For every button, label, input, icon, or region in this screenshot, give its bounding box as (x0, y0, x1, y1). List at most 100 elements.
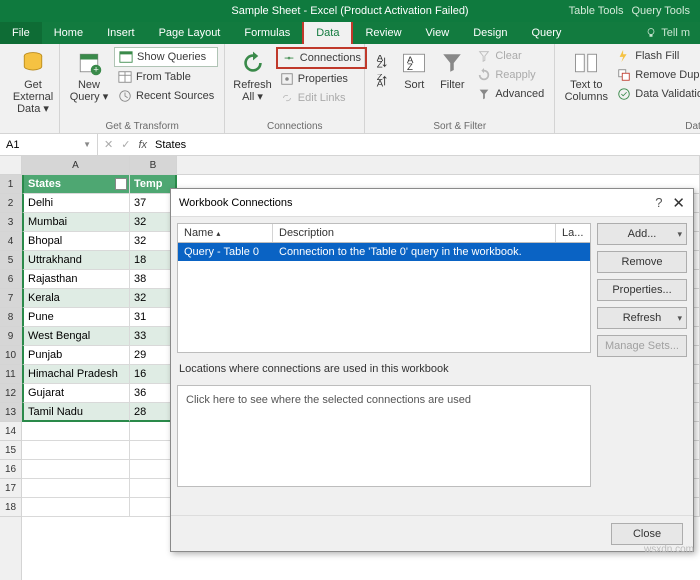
cell[interactable] (22, 422, 130, 441)
cell[interactable]: Tamil Nadu (22, 403, 130, 422)
tab-page-layout[interactable]: Page Layout (147, 22, 233, 44)
row-header[interactable]: 6 (0, 270, 21, 289)
properties-label: Properties (298, 73, 348, 85)
advanced-button[interactable]: Advanced (473, 85, 548, 103)
connection-row[interactable]: Query - Table 0 Connection to the 'Table… (178, 243, 590, 261)
col-name[interactable]: Name▴ (178, 224, 273, 242)
select-all-button[interactable] (0, 156, 22, 175)
row-header[interactable]: 7 (0, 289, 21, 308)
clear-icon (477, 49, 491, 63)
tab-home[interactable]: Home (42, 22, 95, 44)
tab-data[interactable]: Data (302, 20, 353, 44)
cell[interactable]: Rajasthan (22, 270, 130, 289)
cell[interactable]: West Bengal (22, 327, 130, 346)
tell-me[interactable]: Tell m (635, 27, 700, 39)
tab-query[interactable]: Query (519, 22, 573, 44)
connections-list-header: Name▴ Description La... (177, 223, 591, 243)
cell[interactable]: Mumbai (22, 213, 130, 232)
get-external-data-button[interactable]: Get External Data ▾ (6, 47, 60, 115)
row-header[interactable]: 3 (0, 213, 21, 232)
cell[interactable]: Gujarat (22, 384, 130, 403)
col-header-a[interactable]: A (22, 156, 130, 175)
data-validation-button[interactable]: Data Validation (613, 85, 700, 103)
row-header[interactable]: 5 (0, 251, 21, 270)
close-icon[interactable]: ✕ (672, 194, 685, 212)
flash-fill-button[interactable]: Flash Fill (613, 47, 700, 65)
tab-view[interactable]: View (414, 22, 462, 44)
row-header[interactable]: 12 (0, 384, 21, 403)
connections-button[interactable]: Connections (276, 47, 367, 69)
col-description[interactable]: Description (273, 224, 556, 242)
row-header[interactable]: 18 (0, 498, 21, 517)
row-header[interactable]: 15 (0, 441, 21, 460)
cell[interactable]: Uttrakhand (22, 251, 130, 270)
cell[interactable]: Delhi (22, 194, 130, 213)
connections-list[interactable]: Query - Table 0 Connection to the 'Table… (177, 243, 591, 353)
reapply-icon (477, 68, 491, 82)
show-queries-button[interactable]: Show Queries (114, 47, 218, 67)
tab-insert[interactable]: Insert (95, 22, 147, 44)
cell[interactable]: Kerala (22, 289, 130, 308)
row-header[interactable]: 11 (0, 365, 21, 384)
col-header-b[interactable]: B (130, 156, 177, 175)
filter-dropdown-icon[interactable]: ▾ (115, 178, 127, 190)
fx-icon[interactable]: fx (138, 139, 147, 151)
bulb-icon (645, 27, 657, 39)
filter-icon (438, 49, 466, 77)
row-header[interactable]: 14 (0, 422, 21, 441)
sort-az-button[interactable]: AZ (371, 53, 393, 71)
tab-formulas[interactable]: Formulas (232, 22, 302, 44)
locations-box[interactable]: Click here to see where the selected con… (177, 385, 591, 487)
recent-icon (118, 89, 132, 103)
formula-bar-row: A1 ▼ ✕ ✓ fx States (0, 134, 700, 156)
sort-button[interactable]: AZ Sort (397, 47, 431, 103)
cell[interactable] (22, 498, 130, 517)
filter-button[interactable]: Filter (435, 47, 469, 103)
add-button[interactable]: Add... (597, 223, 687, 245)
formula-bar[interactable]: States (155, 139, 186, 151)
cell[interactable] (22, 479, 130, 498)
svg-text:Z: Z (377, 59, 383, 69)
tab-design[interactable]: Design (461, 22, 519, 44)
row-header[interactable]: 16 (0, 460, 21, 479)
table-header-states[interactable]: States▾ (22, 175, 130, 194)
refresh-button[interactable]: Refresh (597, 307, 687, 329)
new-query-button[interactable]: + New Query ▾ (66, 47, 112, 105)
cell[interactable]: Bhopal (22, 232, 130, 251)
text-to-columns-button[interactable]: Text to Columns (561, 47, 611, 103)
row-header[interactable]: 4 (0, 232, 21, 251)
help-icon[interactable]: ? (655, 195, 662, 210)
name-box[interactable]: A1 ▼ (0, 134, 98, 156)
col-header-rest[interactable] (177, 156, 700, 175)
cell[interactable]: Pune (22, 308, 130, 327)
row-header[interactable]: 2 (0, 194, 21, 213)
advanced-label: Advanced (495, 88, 544, 100)
row-header[interactable]: 8 (0, 308, 21, 327)
remove-button[interactable]: Remove (597, 251, 687, 273)
sort-za-button[interactable]: ZA (371, 72, 393, 90)
close-button[interactable]: Close (611, 523, 683, 545)
connections-group-label: Connections (225, 121, 364, 132)
cell[interactable] (22, 441, 130, 460)
row-header[interactable]: 9 (0, 327, 21, 346)
recent-sources-label: Recent Sources (136, 90, 214, 102)
row-header[interactable]: 17 (0, 479, 21, 498)
col-last[interactable]: La... (556, 224, 590, 242)
validation-label: Data Validation (635, 88, 700, 100)
cell[interactable] (22, 460, 130, 479)
query-tools-label: Query Tools (632, 5, 691, 17)
from-table-button[interactable]: From Table (114, 68, 218, 86)
tab-file[interactable]: File (0, 22, 42, 44)
recent-sources-button[interactable]: Recent Sources (114, 87, 218, 105)
row-header[interactable]: 13 (0, 403, 21, 422)
refresh-all-button[interactable]: Refresh All ▾ (231, 47, 274, 107)
cell[interactable]: Punjab (22, 346, 130, 365)
properties-dialog-button[interactable]: Properties... (597, 279, 687, 301)
cell[interactable]: Himachal Pradesh (22, 365, 130, 384)
filter-label: Filter (440, 79, 464, 91)
remove-duplicates-button[interactable]: Remove Dupl (613, 66, 700, 84)
tab-review[interactable]: Review (353, 22, 413, 44)
properties-button[interactable]: Properties (276, 70, 367, 88)
row-header[interactable]: 1 (0, 175, 21, 194)
row-header[interactable]: 10 (0, 346, 21, 365)
